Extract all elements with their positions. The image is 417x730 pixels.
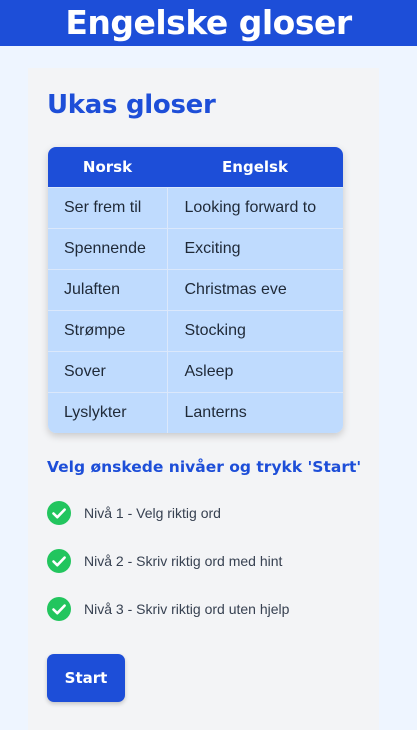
glossary-table: Norsk Engelsk Ser frem til Looking forwa…	[48, 147, 343, 433]
table-row: Ser frem til Looking forward to	[48, 186, 343, 228]
check-circle-icon[interactable]	[47, 597, 71, 621]
table-row: Lyslykter Lanterns	[48, 391, 343, 433]
glossary-card: Ukas gloser Norsk Engelsk Ser frem til L…	[28, 68, 379, 730]
level-1-option[interactable]: Nivå 1 - Velg riktig ord	[47, 501, 367, 525]
english-word: Looking forward to	[167, 186, 343, 228]
level-3-label: Nivå 3 - Skriv riktig ord uten hjelp	[84, 601, 290, 617]
table-row: Julaften Christmas eve	[48, 268, 343, 310]
norwegian-word: Julaften	[48, 268, 168, 310]
levels-instruction: Velg ønskede nivåer og trykk 'Start'	[47, 458, 362, 476]
norwegian-word: Ser frem til	[48, 186, 168, 228]
start-button[interactable]: Start	[47, 654, 125, 702]
english-word: Asleep	[167, 350, 343, 392]
english-word: Christmas eve	[167, 268, 343, 310]
page-header: Engelske gloser	[0, 0, 417, 46]
norwegian-word: Sover	[48, 350, 168, 392]
level-1-label: Nivå 1 - Velg riktig ord	[84, 505, 221, 521]
table-row: Spennende Exciting	[48, 227, 343, 269]
card-title: Ukas gloser	[47, 90, 216, 120]
norwegian-word: Strømpe	[48, 309, 168, 351]
table-row: Strømpe Stocking	[48, 309, 343, 351]
check-circle-icon[interactable]	[47, 549, 71, 573]
column-header-norsk: Norsk	[48, 147, 167, 187]
table-row: Sover Asleep	[48, 350, 343, 392]
english-word: Exciting	[167, 227, 343, 269]
check-circle-icon[interactable]	[47, 501, 71, 525]
level-2-label: Nivå 2 - Skriv riktig ord med hint	[84, 553, 283, 569]
english-word: Lanterns	[167, 391, 343, 433]
table-header-row: Norsk Engelsk	[48, 147, 343, 187]
page-title: Engelske gloser	[65, 3, 352, 42]
english-word: Stocking	[167, 309, 343, 351]
column-header-engelsk: Engelsk	[167, 147, 343, 187]
level-3-option[interactable]: Nivå 3 - Skriv riktig ord uten hjelp	[47, 597, 367, 621]
norwegian-word: Lyslykter	[48, 391, 168, 433]
level-2-option[interactable]: Nivå 2 - Skriv riktig ord med hint	[47, 549, 367, 573]
norwegian-word: Spennende	[48, 227, 168, 269]
